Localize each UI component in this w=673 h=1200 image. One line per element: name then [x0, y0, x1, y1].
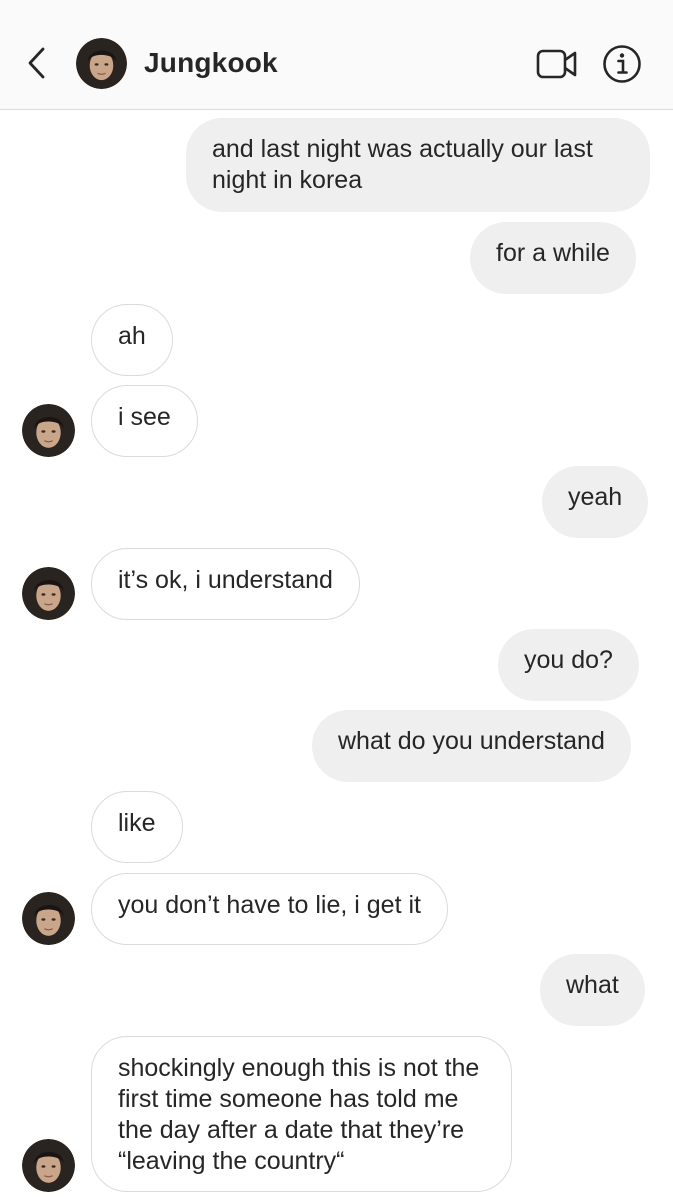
message-bubble-outgoing[interactable]: what do you understand: [312, 710, 631, 782]
message-bubble-incoming[interactable]: shockingly enough this is not the first …: [91, 1036, 512, 1192]
chevron-left-icon: [28, 47, 45, 79]
chat-header: Jungkook: [0, 0, 673, 110]
sender-avatar[interactable]: [22, 404, 75, 457]
message-bubble-outgoing[interactable]: for a while: [470, 222, 636, 294]
sender-avatar[interactable]: [22, 567, 75, 620]
back-button[interactable]: [18, 40, 54, 86]
video-camera-icon: [536, 49, 577, 79]
sender-avatar[interactable]: [22, 892, 75, 945]
message-bubble-outgoing[interactable]: yeah: [542, 466, 649, 538]
info-button[interactable]: [600, 42, 644, 86]
message-bubble-outgoing[interactable]: you do?: [498, 629, 639, 701]
info-icon: [603, 45, 641, 83]
contact-avatar[interactable]: [76, 38, 127, 89]
message-bubble-outgoing[interactable]: and last night was actually our last nig…: [186, 118, 650, 212]
message-bubble-incoming[interactable]: like: [91, 791, 183, 863]
message-bubble-incoming[interactable]: i see: [91, 385, 198, 457]
contact-name[interactable]: Jungkook: [144, 47, 278, 79]
message-bubble-incoming[interactable]: you don’t have to lie, i get it: [91, 873, 448, 945]
message-bubble-incoming[interactable]: it’s ok, i understand: [91, 548, 360, 620]
video-call-button[interactable]: [534, 44, 580, 84]
message-bubble-incoming[interactable]: ah: [91, 304, 173, 376]
message-bubble-outgoing[interactable]: what: [540, 954, 645, 1026]
sender-avatar[interactable]: [22, 1139, 75, 1192]
